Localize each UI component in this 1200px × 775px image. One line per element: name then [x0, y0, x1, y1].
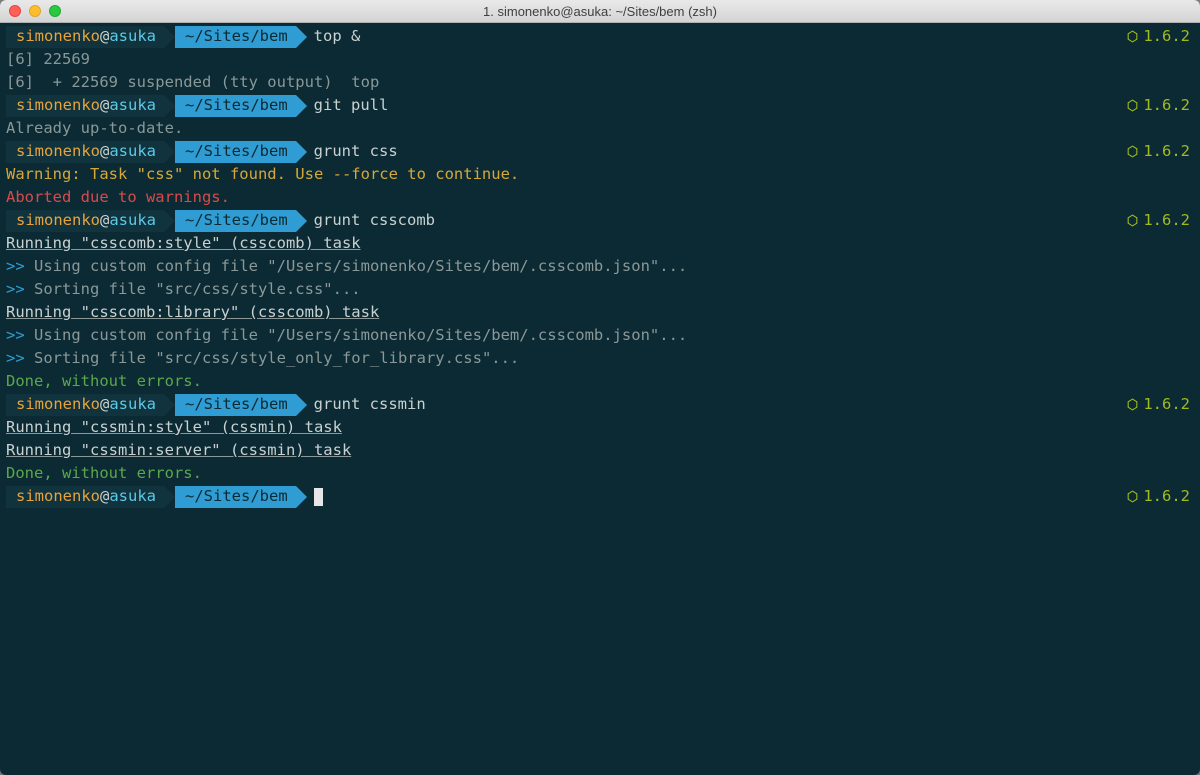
prompt-line: simonenko@asuka ~/Sites/bem grunt cssmin 1.… [6, 393, 1194, 416]
task-header: Running "cssmin:style" (cssmin) task [6, 416, 1194, 439]
prompt-version: 1.6.2 [1126, 94, 1194, 117]
hexagon-icon [1126, 99, 1139, 112]
prompt-user-host: simonenko@asuka [6, 486, 164, 508]
maximize-icon[interactable] [49, 5, 61, 17]
hexagon-icon [1126, 145, 1139, 158]
prompt-path: ~/Sites/bem [175, 26, 296, 48]
output-line: Aborted due to warnings. [6, 186, 1194, 209]
command-text: grunt cssmin [314, 393, 426, 416]
prompt-user-host: simonenko@asuka [6, 141, 164, 163]
output-line: [6] + 22569 suspended (tty output) top [6, 71, 1194, 94]
output-line: Already up-to-date. [6, 117, 1194, 140]
task-output: >> Using custom config file "/Users/simo… [6, 324, 1194, 347]
prompt-user-host: simonenko@asuka [6, 210, 164, 232]
prompt-line: simonenko@asuka ~/Sites/bem git pull 1.6.2 [6, 94, 1194, 117]
prompt-user-host: simonenko@asuka [6, 95, 164, 117]
task-output: >> Using custom config file "/Users/simo… [6, 255, 1194, 278]
prompt-line: simonenko@asuka ~/Sites/bem grunt css 1.6.2 [6, 140, 1194, 163]
task-header: Running "csscomb:style" (csscomb) task [6, 232, 1194, 255]
prompt-path: ~/Sites/bem [175, 394, 296, 416]
task-output: >> Sorting file "src/css/style_only_for_… [6, 347, 1194, 370]
prompt-line: simonenko@asuka ~/Sites/bem top & 1.6.2 [6, 25, 1194, 48]
hexagon-icon [1126, 398, 1139, 411]
prompt-user-host: simonenko@asuka [6, 394, 164, 416]
command-text: git pull [314, 94, 389, 117]
prompt-version: 1.6.2 [1126, 25, 1194, 48]
prompt-version: 1.6.2 [1126, 393, 1194, 416]
command-text: top & [314, 25, 361, 48]
prompt-path: ~/Sites/bem [175, 95, 296, 117]
prompt-line: simonenko@asuka ~/Sites/bem grunt csscomb 1… [6, 209, 1194, 232]
prompt-version: 1.6.2 [1126, 140, 1194, 163]
prompt-path: ~/Sites/bem [175, 486, 296, 508]
prompt-version: 1.6.2 [1126, 485, 1194, 508]
terminal-window: 1. simonenko@asuka: ~/Sites/bem (zsh) si… [0, 0, 1200, 775]
command-text: grunt css [314, 140, 398, 163]
hexagon-icon [1126, 214, 1139, 227]
cursor [314, 488, 323, 506]
task-header: Running "csscomb:library" (csscomb) task [6, 301, 1194, 324]
prompt-path: ~/Sites/bem [175, 141, 296, 163]
hexagon-icon [1126, 490, 1139, 503]
task-output: >> Sorting file "src/css/style.css"... [6, 278, 1194, 301]
terminal-body[interactable]: simonenko@asuka~/Sites/bemtop &1.6.2[6] … [0, 23, 1200, 775]
traffic-lights [0, 5, 61, 17]
prompt-user-host: simonenko@asuka [6, 26, 164, 48]
hexagon-icon [1126, 30, 1139, 43]
window-title: 1. simonenko@asuka: ~/Sites/bem (zsh) [0, 4, 1200, 19]
done-line: Done, without errors. [6, 462, 1194, 485]
prompt-path: ~/Sites/bem [175, 210, 296, 232]
output-line: Warning: Task "css" not found. Use --for… [6, 163, 1194, 186]
minimize-icon[interactable] [29, 5, 41, 17]
prompt-version: 1.6.2 [1126, 209, 1194, 232]
titlebar[interactable]: 1. simonenko@asuka: ~/Sites/bem (zsh) [0, 0, 1200, 23]
output-line: [6] 22569 [6, 48, 1194, 71]
close-icon[interactable] [9, 5, 21, 17]
done-line: Done, without errors. [6, 370, 1194, 393]
prompt-line: simonenko@asuka ~/Sites/bem 1.6.2 [6, 485, 1194, 508]
task-header: Running "cssmin:server" (cssmin) task [6, 439, 1194, 462]
command-text: grunt csscomb [314, 209, 435, 232]
